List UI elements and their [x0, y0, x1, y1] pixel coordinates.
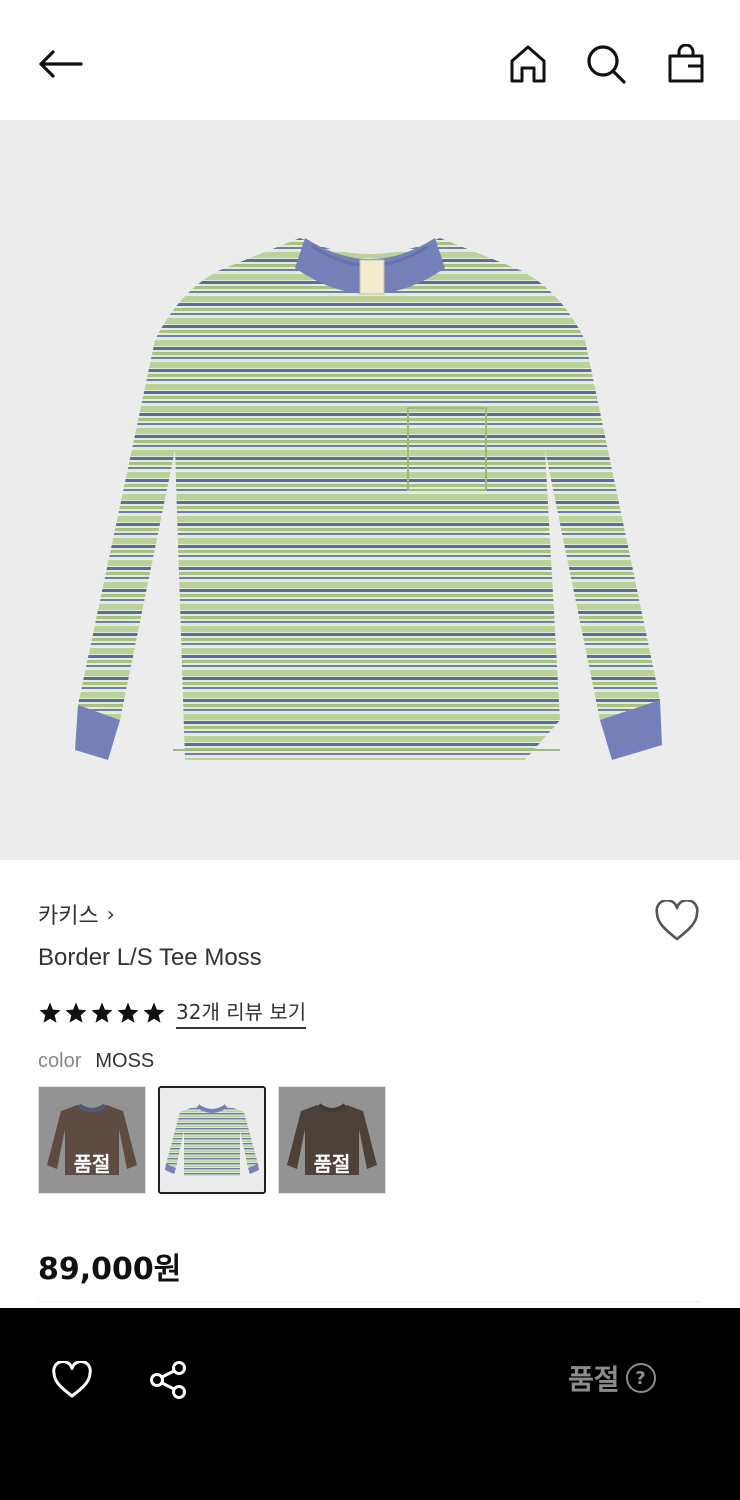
heart-icon	[52, 1361, 92, 1398]
color-selector-label: color MOSS	[38, 1050, 154, 1073]
back-button[interactable]	[36, 40, 84, 88]
chevron-right-icon: ›	[106, 902, 115, 926]
home-icon	[510, 45, 546, 83]
bottom-action-bar: 품절 ?	[0, 1308, 740, 1500]
help-icon[interactable]: ?	[625, 1363, 656, 1393]
share-button[interactable]	[138, 1352, 198, 1408]
swatch-brown[interactable]: 품절	[38, 1086, 146, 1194]
swatch-dark-brown[interactable]: 품절	[278, 1086, 386, 1194]
share-icon	[150, 1361, 186, 1399]
rating-row: 32개 리뷰 보기	[38, 996, 307, 1029]
star-icon	[39, 1002, 61, 1023]
arrow-left-icon	[39, 50, 83, 78]
product-main-image[interactable]	[0, 120, 740, 860]
sold-out-label: 품절	[73, 1152, 111, 1176]
rating-stars	[38, 1001, 166, 1025]
divider	[38, 1301, 700, 1302]
color-label: color	[38, 1050, 82, 1072]
search-button[interactable]	[582, 40, 630, 88]
wishlist-button[interactable]	[650, 896, 704, 946]
swatch-moss[interactable]	[158, 1086, 266, 1194]
sold-out-overlay	[279, 1087, 385, 1193]
reviews-link[interactable]: 32개 리뷰 보기	[176, 996, 307, 1029]
brand-link[interactable]: 카키스 ›	[38, 898, 115, 930]
brand-name: 카키스	[38, 904, 99, 929]
shopping-bag-icon	[668, 44, 704, 83]
sold-out-text: 품절	[568, 1363, 620, 1396]
star-icon	[91, 1002, 113, 1023]
star-icon	[143, 1002, 165, 1023]
striped-long-sleeve-tee-image	[75, 238, 662, 760]
home-button[interactable]	[504, 40, 552, 88]
top-navigation-bar	[0, 0, 740, 120]
color-swatches: 품절 품절	[38, 1086, 386, 1194]
star-icon	[117, 1002, 139, 1023]
heart-outline-icon	[655, 900, 699, 941]
search-icon	[587, 45, 626, 84]
sold-out-label: 품절	[313, 1152, 351, 1176]
cart-button[interactable]	[662, 40, 710, 88]
bottom-wishlist-button[interactable]	[42, 1352, 102, 1408]
product-title: Border L/S Tee Moss	[38, 944, 262, 971]
tee-thumbnail-image	[160, 1088, 264, 1192]
sold-out-overlay	[39, 1087, 145, 1193]
star-icon	[65, 1002, 87, 1023]
product-price: 89,000원	[38, 1252, 182, 1287]
color-value: MOSS	[95, 1050, 155, 1072]
sold-out-status: 품절 ?	[568, 1358, 656, 1398]
